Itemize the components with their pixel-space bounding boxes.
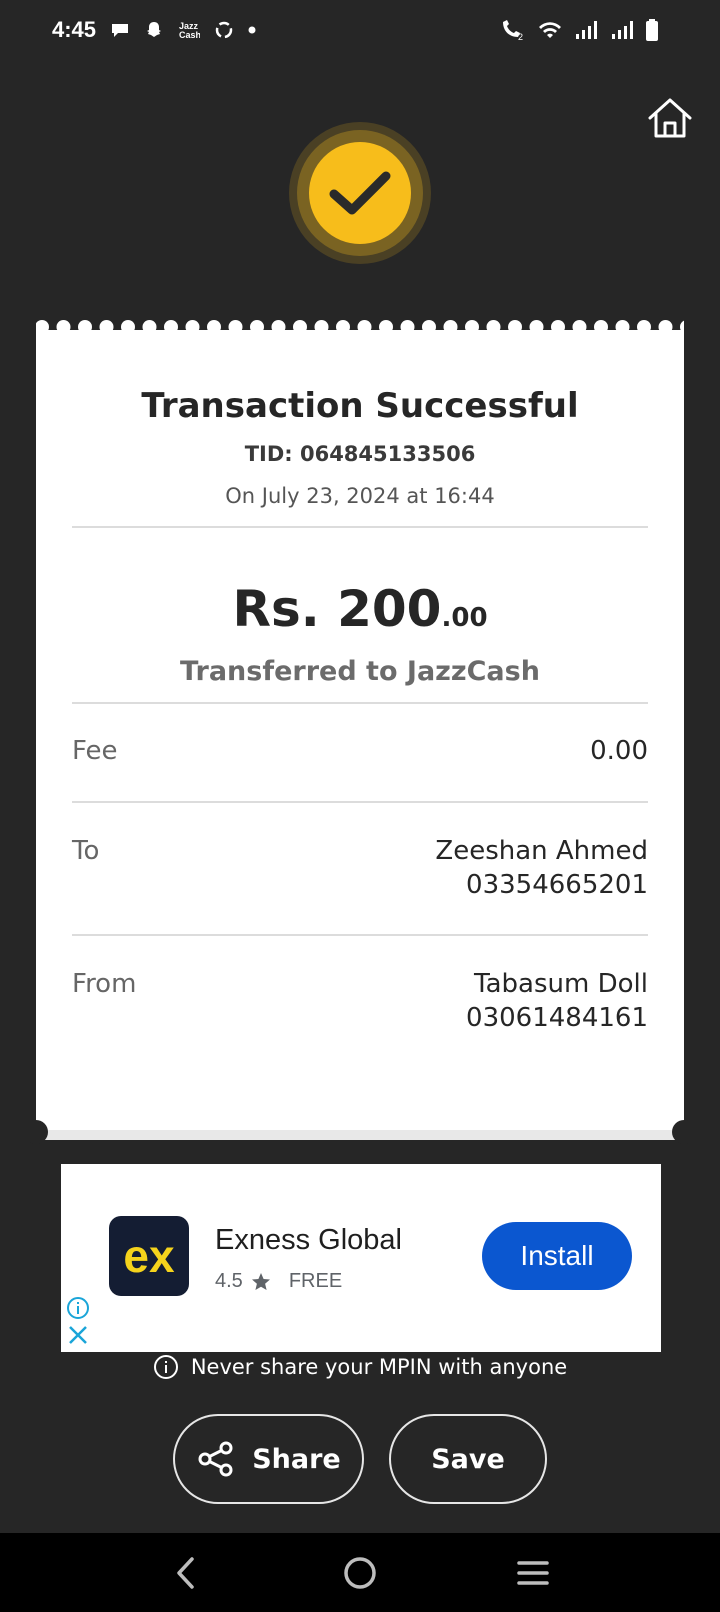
snapchat-icon [144, 20, 164, 40]
status-time: 4:45 [52, 17, 97, 42]
status-bar: 4:45 Jazz Cash 2 [0, 0, 720, 60]
system-nav-bar [0, 1533, 720, 1612]
sender-number: 03061484161 [466, 1003, 648, 1033]
success-badge [289, 122, 431, 264]
save-button[interactable]: Save [389, 1414, 547, 1504]
info-icon [153, 1355, 178, 1379]
transaction-date: On July 23, 2024 at 16:44 [225, 484, 495, 508]
fee-value: 0.00 [590, 736, 648, 766]
transferred-to: Transferred to JazzCash [180, 656, 540, 687]
share-icon [198, 1441, 233, 1477]
svg-text:Cash: Cash [179, 30, 200, 40]
ad-banner[interactable]: ex Exness Global 4.5 FREE Install [61, 1164, 661, 1352]
recents-icon [517, 1560, 550, 1585]
share-label: Share [252, 1443, 341, 1475]
divider [72, 526, 648, 528]
fee-label: Fee [72, 736, 118, 766]
receipt-notch-right [672, 1120, 696, 1144]
transaction-amount: Rs. 200.00 [36, 580, 684, 638]
ad-info-icon[interactable] [66, 1296, 90, 1324]
signal-icon [574, 20, 598, 40]
save-label: Save [431, 1443, 505, 1475]
receipt-scallop-edge [36, 318, 684, 340]
to-label: To [72, 836, 100, 866]
svg-text:2: 2 [518, 32, 523, 41]
signal-icon [610, 20, 634, 40]
amount-decimal: .00 [441, 603, 488, 633]
nav-back-button[interactable] [157, 1543, 217, 1603]
mpin-notice-text: Never share your MPIN with anyone [190, 1355, 568, 1379]
divider [72, 934, 648, 936]
ad-rating: 4.5 [215, 1270, 243, 1292]
status-right: 2 [500, 19, 668, 41]
ad-app-name[interactable]: Exness Global [215, 1224, 402, 1257]
divider [72, 702, 648, 704]
recipient-number: 03354665201 [466, 870, 648, 900]
receipt-notch-left [24, 1120, 48, 1144]
ad-price: FREE [288, 1270, 343, 1292]
jazzcash-icon: Jazz Cash [178, 20, 200, 40]
ad-close-icon[interactable] [67, 1324, 89, 1350]
receipt-card: Transaction Successful TID: 064845133506… [24, 318, 696, 1144]
success-badge-core [309, 142, 411, 244]
sender-details: Tabasum Doll 03061484161 [466, 967, 648, 1035]
ad-app-meta: 4.5 FREE [215, 1270, 342, 1293]
star-icon [251, 1272, 270, 1290]
status-left: 4:45 Jazz Cash [52, 17, 256, 43]
ad-app-logo[interactable]: ex [109, 1216, 189, 1296]
amount-main: Rs. 200 [232, 580, 442, 638]
receipt-bottom-edge [36, 1130, 684, 1140]
nav-recents-button[interactable] [503, 1543, 563, 1603]
from-label: From [72, 969, 137, 999]
transaction-title: Transaction Successful [141, 386, 579, 426]
home-button[interactable] [646, 96, 694, 140]
back-icon [176, 1556, 194, 1589]
checkmark-icon [329, 171, 391, 215]
dot-icon [248, 26, 256, 34]
wifi-icon [538, 20, 562, 40]
transaction-id: TID: 064845133506 [244, 442, 476, 466]
success-badge-ring [297, 130, 423, 256]
wifi-calling-icon: 2 [500, 19, 526, 41]
battery-icon [646, 19, 658, 41]
nav-home-button[interactable] [330, 1543, 390, 1603]
home-circle-icon [344, 1556, 376, 1589]
ad-install-button[interactable]: Install [482, 1222, 632, 1290]
sender-name: Tabasum Doll [474, 969, 648, 999]
recipient-name: Zeeshan Ahmed [435, 836, 648, 866]
recycle-icon [214, 20, 234, 40]
divider [72, 801, 648, 803]
mpin-notice: Never share your MPIN with anyone [0, 1354, 720, 1380]
recipient-details: Zeeshan Ahmed 03354665201 [435, 834, 648, 902]
share-button[interactable]: Share [173, 1414, 364, 1504]
home-icon [648, 98, 692, 138]
chat-icon [110, 20, 130, 40]
